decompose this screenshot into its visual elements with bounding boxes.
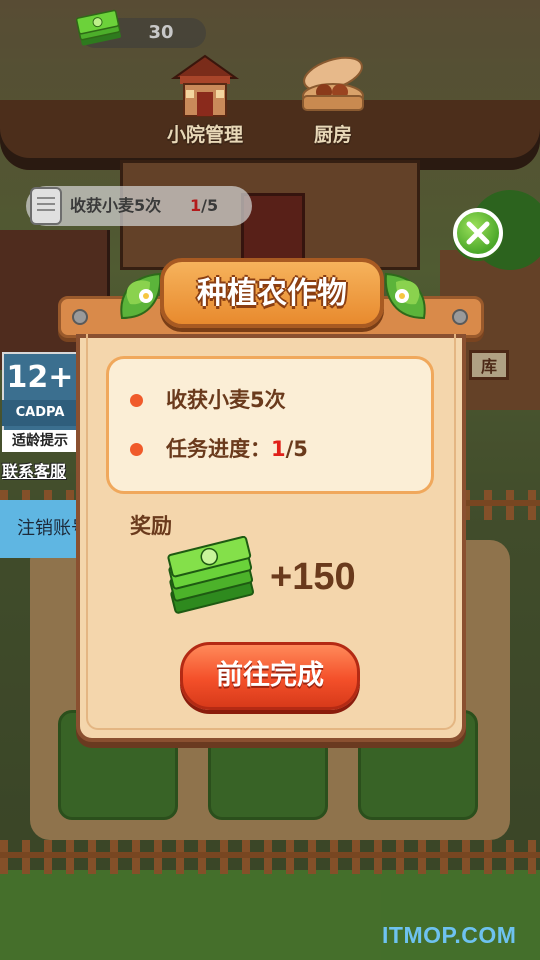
cash-reward-icon [167, 536, 255, 614]
kitchen-button[interactable]: 厨房 [278, 52, 388, 148]
watermark: ITMOP.COM [382, 922, 517, 948]
nav-label: 厨房 [313, 124, 352, 146]
progress-done: 1 [190, 196, 202, 215]
progress-total: /5 [285, 437, 308, 461]
task-details-box [106, 356, 434, 494]
close-icon [466, 221, 490, 245]
bullet-dot-icon [130, 394, 143, 407]
age-rating-tip: 适龄提示 [2, 430, 78, 452]
go-complete-button-label[interactable]: 前往完成 [180, 642, 360, 710]
progress-label: 任务进度： [166, 437, 271, 461]
courtyard-house-icon [170, 54, 240, 117]
task-description: 收获小麦5次 [166, 388, 286, 412]
popup-title: 种植农作物 [197, 276, 347, 311]
currency-value: 30 [148, 22, 174, 43]
progress-done: 1 [271, 437, 286, 461]
age-rating-org: CADPA [2, 400, 78, 426]
age-rating-number: 12+ [6, 360, 74, 395]
notepad-icon [30, 187, 62, 225]
nail-icon [72, 309, 88, 325]
bullet-dot-icon [130, 443, 143, 456]
steamer-basket-icon [302, 56, 364, 111]
courtyard-management-button[interactable]: 小院管理 [150, 52, 260, 148]
contact-support-link[interactable]: 联系客服 [2, 458, 66, 482]
task-tracker-text: 收获小麦5次 [70, 196, 162, 215]
nail-icon [452, 309, 468, 325]
task-tracker-progress: 1/5 [190, 186, 218, 226]
reward-amount: +150 [270, 556, 356, 598]
progress-total: /5 [201, 196, 219, 215]
task-progress: 任务进度：1/5 [166, 433, 308, 465]
nav-label: 小院管理 [166, 124, 243, 146]
close-button[interactable] [453, 208, 503, 258]
